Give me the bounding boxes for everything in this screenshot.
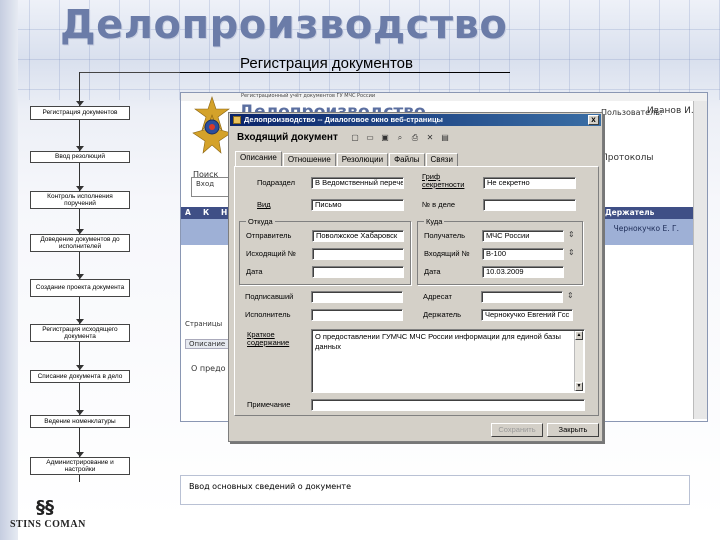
- subtitle-underline: [180, 72, 510, 73]
- incoming-date-field[interactable]: 10.03.2009: [482, 266, 564, 278]
- dialog-window-title: Делопроизводство -- Диалоговое окно веб-…: [244, 115, 443, 124]
- recipient-label: Получатель: [424, 231, 465, 240]
- print-icon[interactable]: ⎙: [409, 131, 421, 143]
- flow-step-admin: Администрирование и настройки: [30, 457, 130, 475]
- holder-field[interactable]: Чернокучко Евгений Гсс: [481, 309, 573, 321]
- company-logo: §§ STINS COMAN: [8, 497, 92, 537]
- logo-mark-icon: §§: [36, 497, 54, 518]
- search-icon[interactable]: ⌕: [394, 131, 406, 143]
- type-label: Вид: [257, 200, 271, 209]
- notes-field[interactable]: [311, 399, 585, 411]
- dialog-toolbar: ▢ ▭ ▣ ⌕ ⎙ ✕ ▤: [349, 131, 451, 145]
- column-header-holder[interactable]: Держатель: [605, 208, 654, 217]
- incoming-date-label: Дата: [424, 267, 441, 276]
- lookup-icon[interactable]: ⇕: [568, 230, 575, 239]
- tab-resolutions[interactable]: Резолюции: [336, 153, 389, 166]
- emergency-emblem-icon: [192, 96, 232, 154]
- close-dialog-button[interactable]: Закрыть: [547, 423, 599, 437]
- sender-field[interactable]: Поволжское Хабаровск: [312, 230, 404, 242]
- pagination-label: Страницы: [185, 320, 223, 328]
- summary-scrollbar[interactable]: ▲ ▼: [574, 331, 583, 391]
- holder-label: Держатель: [423, 310, 462, 319]
- secrecy-label: Гриф секретности: [422, 172, 465, 189]
- signer-label: Подписавший: [245, 292, 294, 301]
- executor-label: Исполнитель: [245, 310, 291, 319]
- preview-text: О предо: [191, 364, 226, 373]
- flow-step-archive: Списание документа в дело: [30, 370, 130, 383]
- web-scrollbar[interactable]: [693, 101, 707, 419]
- executor-field[interactable]: [311, 309, 403, 321]
- signer-field[interactable]: [311, 291, 403, 303]
- flow-step-registration: Регистрация документов: [30, 106, 130, 120]
- column-header[interactable]: Н: [221, 208, 227, 217]
- decorative-left-band: [0, 0, 18, 540]
- subsection-field[interactable]: В Ведомственный перечень: [311, 177, 404, 189]
- save-icon[interactable]: ▣: [379, 131, 391, 143]
- case-number-label: № в деле: [422, 200, 456, 209]
- web-tab-protocols[interactable]: Протоколы: [601, 153, 654, 163]
- column-header[interactable]: А: [185, 208, 191, 217]
- summary-label: Краткое содержание: [247, 330, 290, 347]
- web-topbar: Регистрационный учёт документов ГУ МЧС Р…: [181, 93, 707, 101]
- dialog-titlebar: Делопроизводство -- Диалоговое окно веб-…: [230, 114, 601, 126]
- incoming-number-label: Входящий №: [424, 249, 470, 258]
- description-panel: Подраздел В Ведомственный перечень Гриф …: [234, 166, 599, 416]
- new-document-icon[interactable]: ▢: [349, 131, 361, 143]
- lookup-icon[interactable]: ⇕: [568, 248, 575, 257]
- addressee-label: Адресат: [423, 292, 452, 301]
- folder-icon[interactable]: ▭: [364, 131, 376, 143]
- subsection-label: Подраздел: [257, 178, 295, 187]
- delete-icon[interactable]: ✕: [424, 131, 436, 143]
- tab-links[interactable]: Связи: [425, 153, 458, 166]
- logo-text: STINS COMAN: [10, 519, 86, 530]
- dialog-tabs: Описание Отношение Резолюции Файлы Связи: [235, 151, 459, 166]
- tab-files[interactable]: Файлы: [389, 153, 425, 166]
- summary-text: О предоставлении ГУМЧС МЧС России информ…: [315, 332, 561, 351]
- secrecy-field[interactable]: Не секретно: [483, 177, 576, 189]
- row-holder: Чернокучко Е. Г.: [613, 224, 679, 233]
- dialog-heading: Входящий документ: [237, 132, 338, 143]
- lookup-icon[interactable]: ⇕: [567, 291, 574, 300]
- outgoing-date-field[interactable]: [312, 266, 404, 278]
- flow-step-outgoing: Регистрация исходящего документа: [30, 324, 130, 342]
- addressee-field[interactable]: [481, 291, 563, 303]
- incoming-document-dialog: Делопроизводство -- Диалоговое окно веб-…: [228, 112, 603, 442]
- slide-subtitle: Регистрация документов: [240, 55, 413, 72]
- flow-step-draft: Создание проекта документа: [30, 279, 130, 297]
- outgoing-date-label: Дата: [246, 267, 263, 276]
- to-group-title: Куда: [424, 217, 445, 226]
- from-group: Откуда Отправитель Поволжское Хабаровск …: [239, 217, 411, 285]
- flow-connector-top: [80, 72, 180, 73]
- outgoing-number-label: Исходящий №: [246, 249, 296, 258]
- to-group: Куда Получатель МЧС России ⇕ Входящий № …: [417, 217, 583, 285]
- incoming-number-field[interactable]: В-100: [482, 248, 564, 260]
- flow-step-nomenclature: Ведение номенклатуры: [30, 415, 130, 428]
- flow-step-resolutions: Ввод резолюций: [30, 151, 130, 163]
- slide-title: Делопроизводство: [60, 2, 508, 48]
- summary-textarea[interactable]: О предоставлении ГУМЧС МЧС России информ…: [311, 329, 585, 393]
- sender-label: Отправитель: [246, 231, 292, 240]
- recipient-field[interactable]: МЧС России: [482, 230, 564, 242]
- save-button[interactable]: Сохранить: [491, 423, 543, 437]
- from-group-title: Откуда: [246, 217, 275, 226]
- case-number-field[interactable]: [483, 199, 576, 211]
- tab-relation[interactable]: Отношение: [282, 153, 336, 166]
- slide-caption: Ввод основных сведений о документе: [180, 475, 690, 505]
- flow-step-delivery: Доведение документов до исполнителей: [30, 234, 130, 252]
- scroll-down-icon[interactable]: ▼: [575, 382, 583, 391]
- window-icon: [233, 116, 241, 124]
- tab-description[interactable]: Описание: [235, 151, 282, 166]
- outgoing-number-field[interactable]: [312, 248, 404, 260]
- flow-step-control: Контроль исполнения поручений: [30, 191, 130, 209]
- column-header[interactable]: К: [203, 208, 209, 217]
- type-field[interactable]: Письмо: [311, 199, 404, 211]
- scroll-up-icon[interactable]: ▲: [575, 331, 583, 340]
- notes-label: Примечание: [247, 400, 291, 409]
- attach-icon[interactable]: ▤: [439, 131, 451, 143]
- close-button[interactable]: x: [588, 115, 599, 125]
